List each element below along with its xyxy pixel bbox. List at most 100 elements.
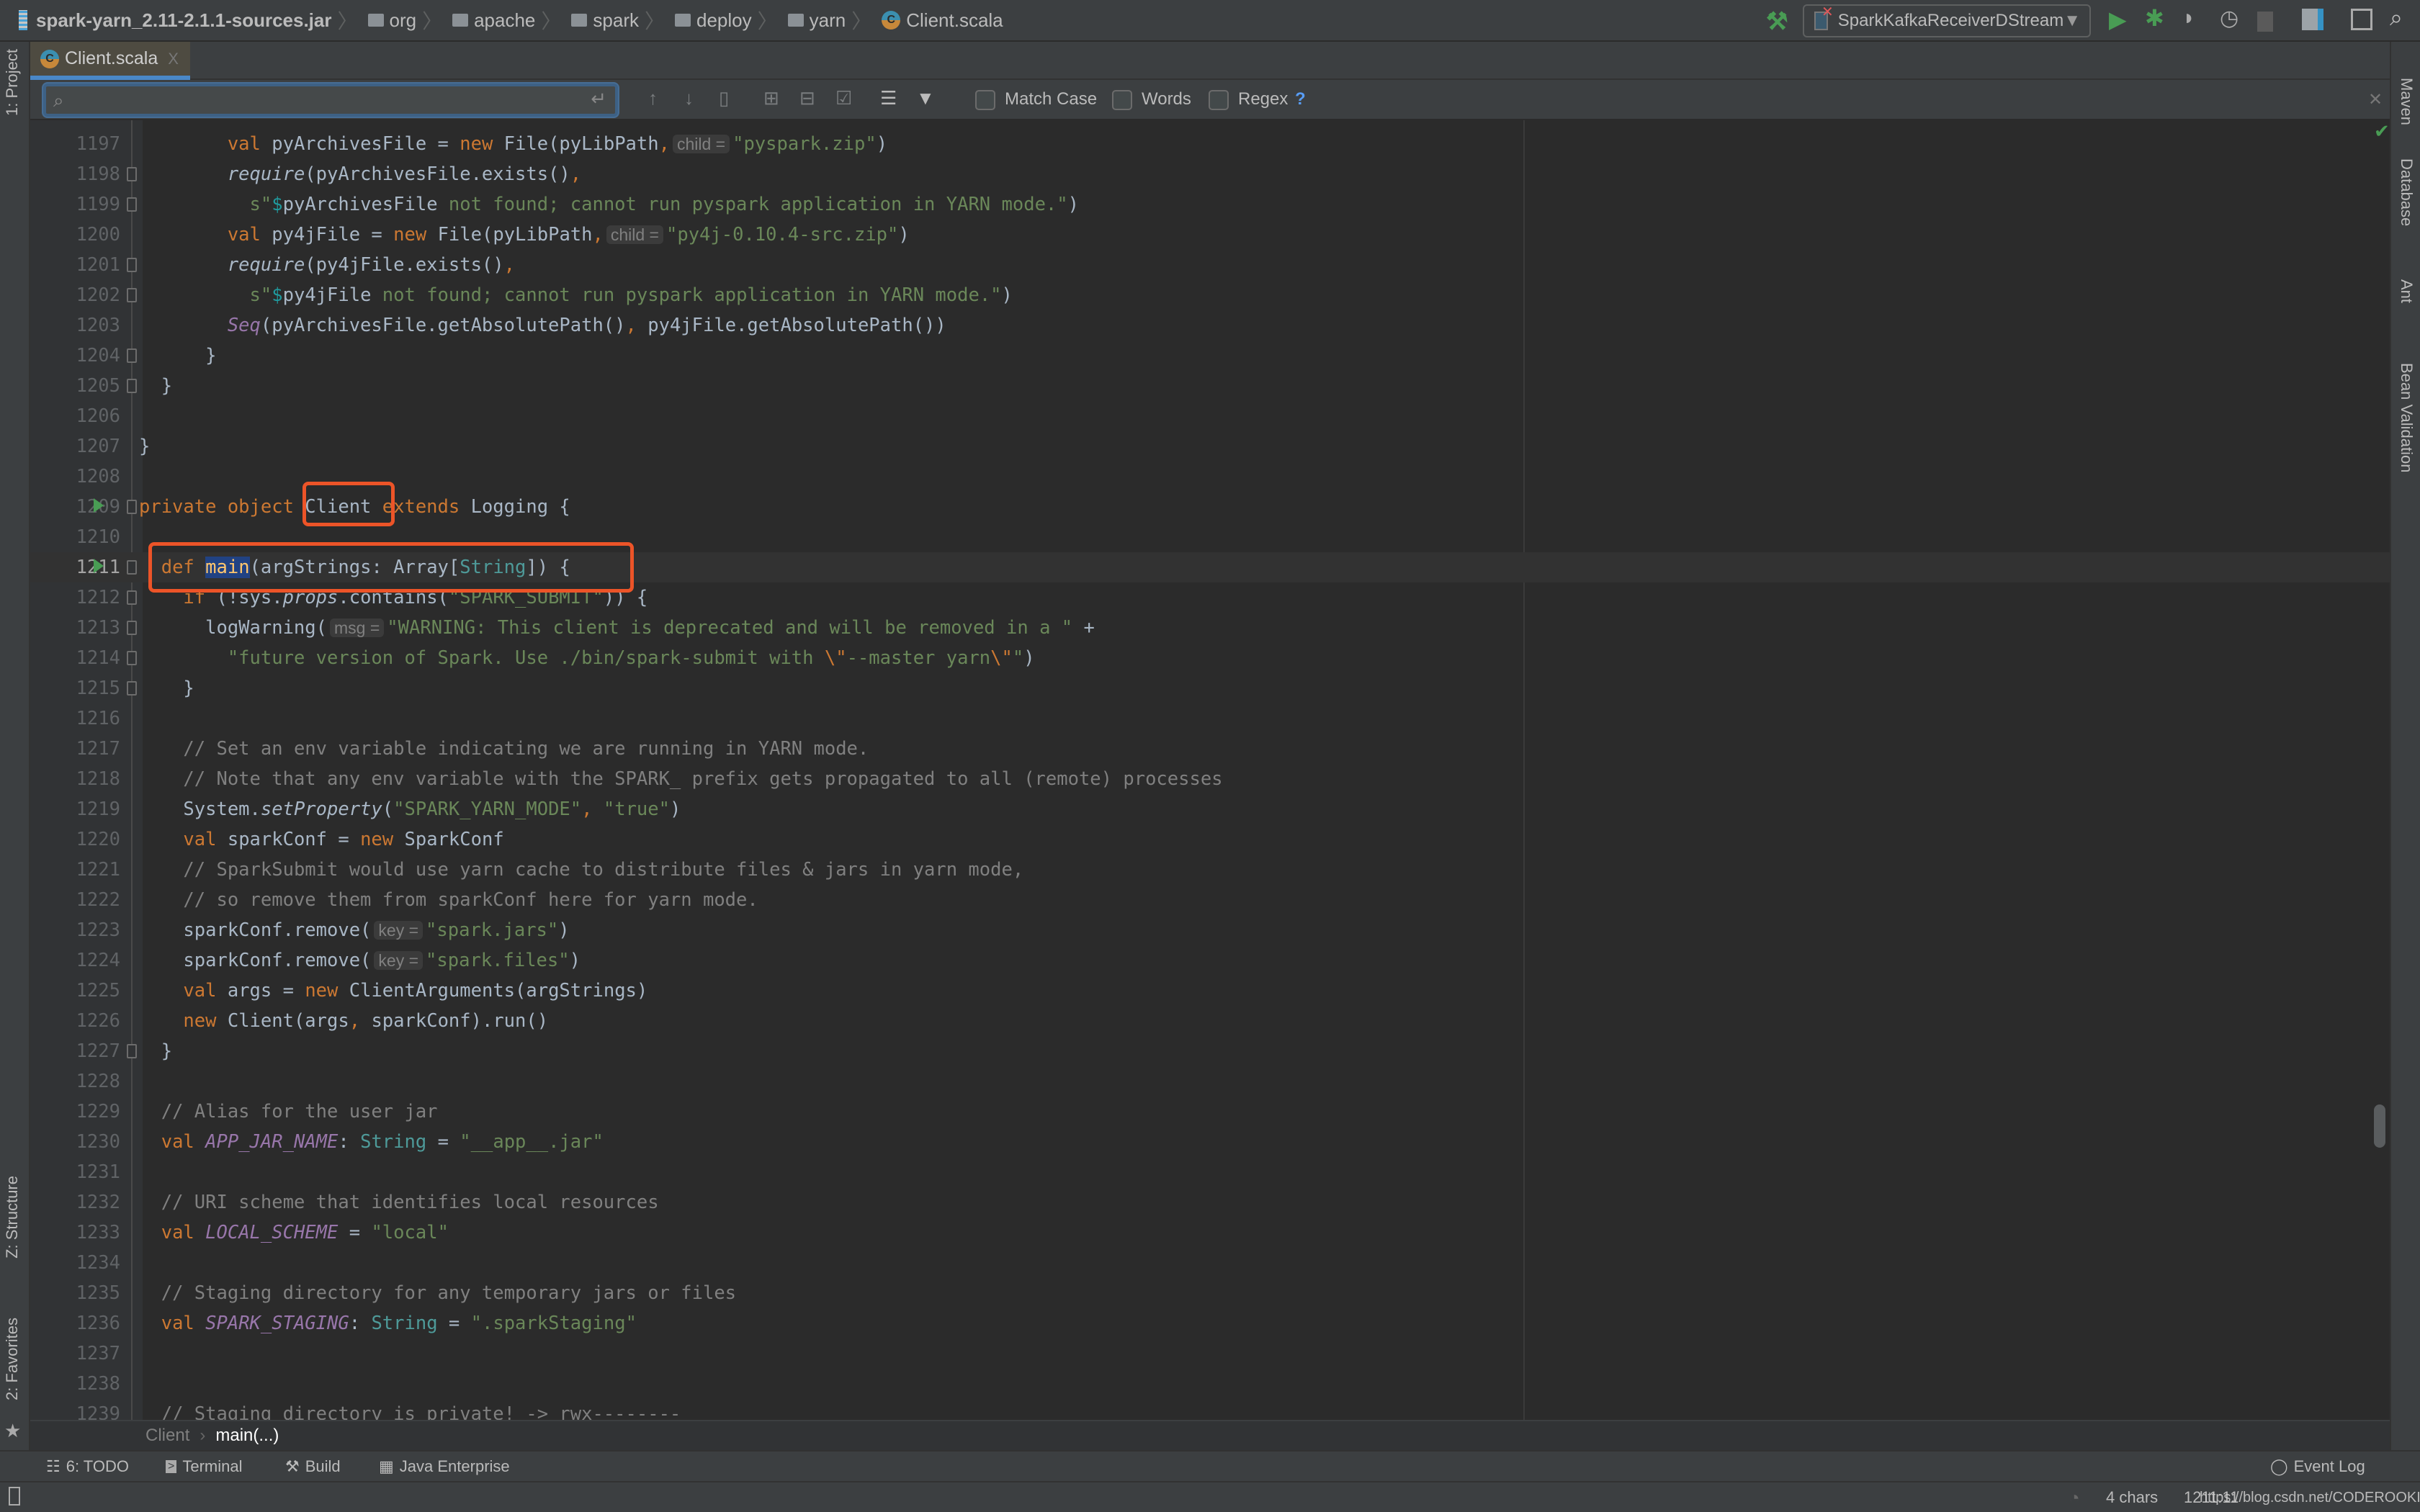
tool-todo[interactable]: ☷ 6: TODO	[46, 1457, 129, 1476]
regex-label[interactable]: Regex	[1238, 89, 1288, 109]
remove-occurrence-icon[interactable]: ⊟	[799, 87, 815, 109]
close-find-icon[interactable]: ✕	[2368, 89, 2383, 110]
code-line[interactable]: 1231	[30, 1157, 2390, 1187]
code-line[interactable]: 1197 val pyArchivesFile = new File(pyLib…	[30, 129, 2390, 159]
code-line[interactable]: 1214 "future version of Spark. Use ./bin…	[30, 643, 2390, 673]
search-everywhere-icon[interactable]: ⌕	[2390, 4, 2403, 32]
coverage-icon[interactable]: ◗	[2182, 6, 2195, 30]
crumb-client[interactable]: Client	[145, 1426, 189, 1446]
code-line[interactable]: 1234	[30, 1248, 2390, 1278]
tool-build[interactable]: ⚒ Build	[285, 1457, 341, 1476]
breadcrumb-folder[interactable]: spark 〉	[571, 6, 671, 35]
code-line[interactable]: 1228	[30, 1066, 2390, 1097]
tool-event-log[interactable]: ◯ Event Log	[2270, 1457, 2365, 1476]
debug-icon[interactable]: ✱	[2145, 4, 2164, 32]
find-all-icon[interactable]: ▯	[719, 87, 729, 109]
code-line[interactable]: 1220 val sparkConf = new SparkConf	[30, 824, 2390, 855]
tab-close-icon[interactable]: X	[168, 50, 179, 68]
tool-bean-validation[interactable]: Bean Validation	[2397, 363, 2416, 473]
tool-favorites[interactable]: 2: Favorites	[3, 1318, 22, 1400]
code-line[interactable]: 1216	[30, 703, 2390, 734]
previous-occurrence-icon[interactable]: ↑	[648, 87, 658, 109]
run-icon[interactable]: ▶	[2109, 6, 2127, 33]
code-line[interactable]: 1232 // URI scheme that identifies local…	[30, 1187, 2390, 1218]
fold-marker-icon[interactable]	[127, 167, 137, 181]
crumb-main[interactable]: main(...)	[215, 1426, 279, 1446]
code-line[interactable]: 1213 logWarning(msg = "WARNING: This clie…	[30, 613, 2390, 643]
code-line[interactable]: 1219 System.setProperty("SPARK_YARN_MODE…	[30, 794, 2390, 824]
fold-marker-icon[interactable]	[127, 1044, 137, 1058]
breadcrumb-folder[interactable]: deploy 〉	[675, 6, 784, 35]
select-all-occurrences-icon[interactable]: ☑	[835, 87, 852, 109]
fold-marker-icon[interactable]	[127, 681, 137, 696]
next-occurrence-icon[interactable]: ↓	[684, 87, 694, 109]
tool-java-enterprise[interactable]: ▦ Java Enterprise	[379, 1457, 510, 1476]
match-case-checkbox[interactable]	[975, 90, 995, 110]
search-input[interactable]: ⌕ ↵	[43, 84, 618, 117]
tab-client-scala[interactable]: C Client.scala X	[30, 42, 190, 80]
breadcrumb-file[interactable]: C Client.scala	[882, 9, 1003, 32]
search-in-selection-icon[interactable]: ☰	[880, 87, 897, 109]
code-line[interactable]: 1200 val py4jFile = new File(pyLibPath, c…	[30, 220, 2390, 250]
new-line-icon[interactable]: ↵	[591, 88, 606, 110]
code-line[interactable]: 1229 // Alias for the user jar	[30, 1097, 2390, 1127]
code-line[interactable]: 1199 s"$pyArchivesFile not found; cannot…	[30, 189, 2390, 220]
fold-marker-icon[interactable]	[127, 197, 137, 212]
code-line[interactable]: 1215 }	[30, 673, 2390, 703]
build-hammer-icon[interactable]: ⚒	[1766, 7, 1788, 36]
words-checkbox[interactable]	[1112, 90, 1132, 110]
code-line[interactable]: 1207}	[30, 431, 2390, 462]
run-config-dropdown[interactable]: ✕ SparkKafkaReceiverDStream ▼	[1803, 4, 2091, 37]
regex-help-link[interactable]: ?	[1295, 89, 1306, 109]
fold-marker-icon[interactable]	[127, 379, 137, 393]
code-line[interactable]: 1225 val args = new ClientArguments(argS…	[30, 976, 2390, 1006]
run-gutter-icon[interactable]	[94, 498, 104, 513]
code-line[interactable]: 1221 // SparkSubmit would use yarn cache…	[30, 855, 2390, 885]
code-line[interactable]: 1218 // Note that any env variable with …	[30, 764, 2390, 794]
code-line[interactable]: 1206	[30, 401, 2390, 431]
code-line[interactable]: 1202 s"$py4jFile not found; cannot run p…	[30, 280, 2390, 310]
fold-marker-icon[interactable]	[127, 348, 137, 363]
code-line[interactable]: 1226 new Client(args, sparkConf).run()	[30, 1006, 2390, 1036]
fold-marker-icon[interactable]	[127, 560, 137, 575]
tool-windows-toggle-icon[interactable]	[9, 1487, 20, 1506]
code-line[interactable]: 1201 require(py4jFile.exists(),	[30, 250, 2390, 280]
fold-marker-icon[interactable]	[127, 500, 137, 514]
code-line[interactable]: 1205 }	[30, 371, 2390, 401]
stop-icon[interactable]	[2257, 12, 2273, 32]
tool-terminal[interactable]: > Terminal	[166, 1457, 242, 1476]
run-gutter-icon[interactable]	[94, 559, 104, 573]
code-line[interactable]: 1203 Seq(pyArchivesFile.getAbsolutePath(…	[30, 310, 2390, 341]
tool-project[interactable]: 1: Project	[3, 49, 22, 116]
vertical-scrollbar[interactable]	[2374, 1104, 2385, 1148]
regex-checkbox[interactable]	[1209, 90, 1229, 110]
filter-icon[interactable]: ▼	[916, 87, 935, 109]
fold-marker-icon[interactable]	[127, 590, 137, 605]
code-line[interactable]: 1224 sparkConf.remove(key = "spark.files"…	[30, 945, 2390, 976]
code-line[interactable]: 1236 val SPARK_STAGING: String = ".spark…	[30, 1308, 2390, 1338]
project-structure-icon[interactable]	[2302, 9, 2323, 30]
tool-database[interactable]: Database	[2397, 158, 2416, 226]
code-line[interactable]: 1238	[30, 1369, 2390, 1399]
breadcrumb-folder[interactable]: yarn 〉	[787, 6, 878, 35]
code-line[interactable]: 1227 }	[30, 1036, 2390, 1066]
code-editor[interactable]: 1197 val pyArchivesFile = new File(pyLib…	[30, 120, 2390, 1420]
code-line[interactable]: 1204 }	[30, 341, 2390, 371]
add-occurrence-icon[interactable]: ⊞	[763, 87, 779, 109]
breadcrumb-jar[interactable]: spark-yarn_2.11-2.1.1-sources.jar 〉	[36, 6, 364, 35]
code-line[interactable]: 1230 val APP_JAR_NAME: String = "__app__…	[30, 1127, 2390, 1157]
fold-marker-icon[interactable]	[127, 621, 137, 635]
profile-icon[interactable]: ◷	[2220, 6, 2238, 31]
tool-structure[interactable]: Z: Structure	[3, 1176, 22, 1259]
code-line[interactable]: 1217 // Set an env variable indicating w…	[30, 734, 2390, 764]
search-input-field[interactable]	[79, 89, 569, 111]
match-case-label[interactable]: Match Case	[1005, 89, 1097, 109]
tool-maven[interactable]: Maven	[2397, 78, 2416, 125]
code-line[interactable]: 1222 // so remove them from sparkConf he…	[30, 885, 2390, 915]
code-line[interactable]: 1235 // Staging directory for any tempor…	[30, 1278, 2390, 1308]
fold-marker-icon[interactable]	[127, 651, 137, 665]
tool-ant[interactable]: Ant	[2397, 279, 2416, 303]
code-line[interactable]: 1237	[30, 1338, 2390, 1369]
fold-marker-icon[interactable]	[127, 258, 137, 272]
code-line[interactable]: 1239 // Staging directory is private! ->…	[30, 1399, 2390, 1420]
